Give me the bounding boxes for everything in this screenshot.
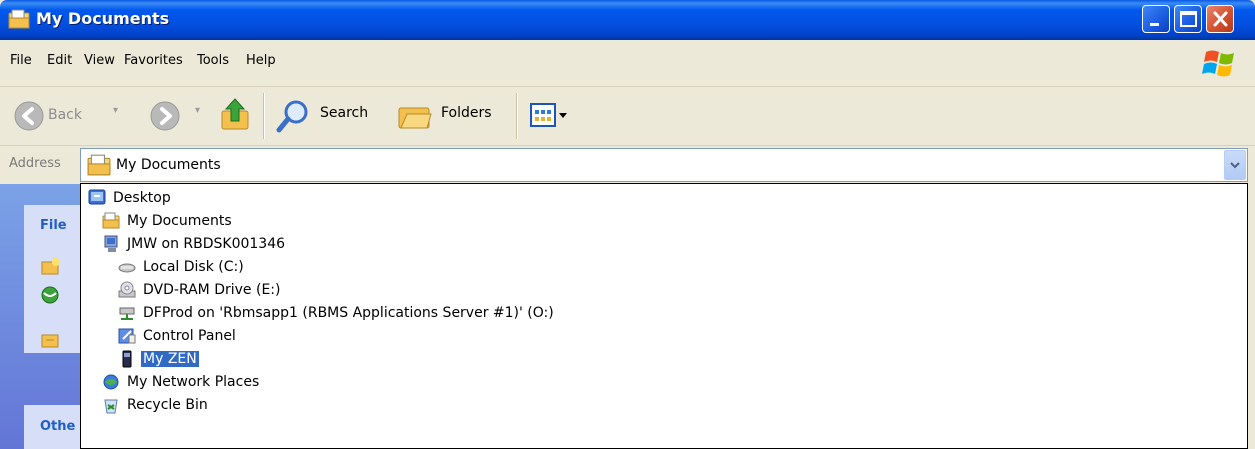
dropdown-item[interactable]: Recycle Bin [101,394,210,416]
address-dropdown-button[interactable] [1224,150,1246,180]
dropdown-item-label: JMW on RBDSK001346 [127,236,286,252]
my-documents-icon [102,212,120,229]
folders-icon[interactable] [397,100,433,132]
chevron-down-icon [1230,162,1240,169]
minimize-button[interactable] [1142,5,1170,33]
close-icon [1213,11,1228,27]
dropdown-item[interactable]: Local Disk (C:) [117,256,246,278]
menu-favorites[interactable]: Favorites [124,53,183,68]
desktop-icon [88,189,106,205]
dropdown-item-label: Desktop [113,190,171,206]
menu-bar: File Edit View Favorites Tools Help [0,40,1255,87]
maximize-button[interactable] [1174,5,1202,33]
menu-view[interactable]: View [84,53,115,68]
my-documents-icon [8,9,30,29]
title-bar[interactable]: My Documents [0,0,1255,40]
computer-icon [104,235,118,252]
dropdown-item-label: My ZEN [141,351,199,367]
network-places-icon [103,374,119,390]
dropdown-item[interactable]: My Documents [101,210,234,232]
other-places-heading[interactable]: Othe [40,419,75,434]
dropdown-item-label: Recycle Bin [127,397,208,413]
forward-dropdown-icon[interactable]: ▾ [195,105,200,116]
window-title: My Documents [36,9,170,28]
dvd-drive-icon [118,281,136,298]
windows-logo-icon [1202,50,1234,77]
forward-arrow-icon[interactable] [150,101,180,131]
my-documents-icon [87,154,111,176]
search-button-label[interactable]: Search [320,105,368,121]
dropdown-item[interactable]: DVD-RAM Drive (E:) [117,279,282,301]
control-panel-icon [118,328,136,344]
dropdown-item-label: My Documents [127,213,232,229]
share-folder-icon[interactable] [40,330,62,350]
dropdown-item-label: Control Panel [143,328,236,344]
dropdown-item-label: My Network Places [127,374,260,390]
address-value: My Documents [116,157,221,173]
media-player-icon [122,350,132,368]
address-field[interactable]: My Documents [80,148,1248,182]
dropdown-item[interactable]: My ZEN [117,348,199,370]
menu-edit[interactable]: Edit [47,53,72,68]
menu-tools[interactable]: Tools [197,53,229,68]
dropdown-item[interactable]: Desktop [87,187,173,209]
dropdown-item[interactable]: JMW on RBDSK001346 [101,233,287,255]
views-icon[interactable] [530,103,570,129]
hard-disk-icon [118,263,136,273]
new-folder-icon[interactable] [40,257,62,277]
publish-web-icon[interactable] [40,285,62,307]
file-tasks-heading[interactable]: File [40,218,67,233]
back-dropdown-icon[interactable]: ▾ [113,105,118,116]
address-label: Address [9,156,61,171]
menu-file[interactable]: File [10,53,32,68]
dropdown-item-label: Local Disk (C:) [143,259,244,275]
toolbar: Back ▾ ▾ Search Folders [0,87,1255,146]
folders-button-label[interactable]: Folders [441,105,492,121]
maximize-icon [1180,11,1197,27]
close-button[interactable] [1206,5,1234,33]
back-arrow-icon[interactable] [14,101,44,131]
network-drive-icon [119,307,135,320]
dropdown-item-label: DVD-RAM Drive (E:) [143,282,281,298]
dropdown-item[interactable]: DFProd on 'Rbmsapp1 (RBMS Applications S… [117,302,556,324]
toolbar-separator [516,93,518,139]
address-dropdown-list: Desktop My Documents JMW on RBDSK001346 Loc… [80,183,1248,449]
recycle-bin-icon [104,399,118,414]
minimize-icon [1150,23,1159,26]
dropdown-item-label: DFProd on 'Rbmsapp1 (RBMS Applications S… [143,305,554,321]
search-icon[interactable] [276,98,312,134]
menu-help[interactable]: Help [246,53,276,68]
back-button-label[interactable]: Back [48,107,82,123]
dropdown-item[interactable]: Control Panel [117,325,238,347]
dropdown-item[interactable]: My Network Places [101,371,261,393]
up-folder-icon[interactable] [219,97,251,133]
toolbar-separator [263,93,265,139]
